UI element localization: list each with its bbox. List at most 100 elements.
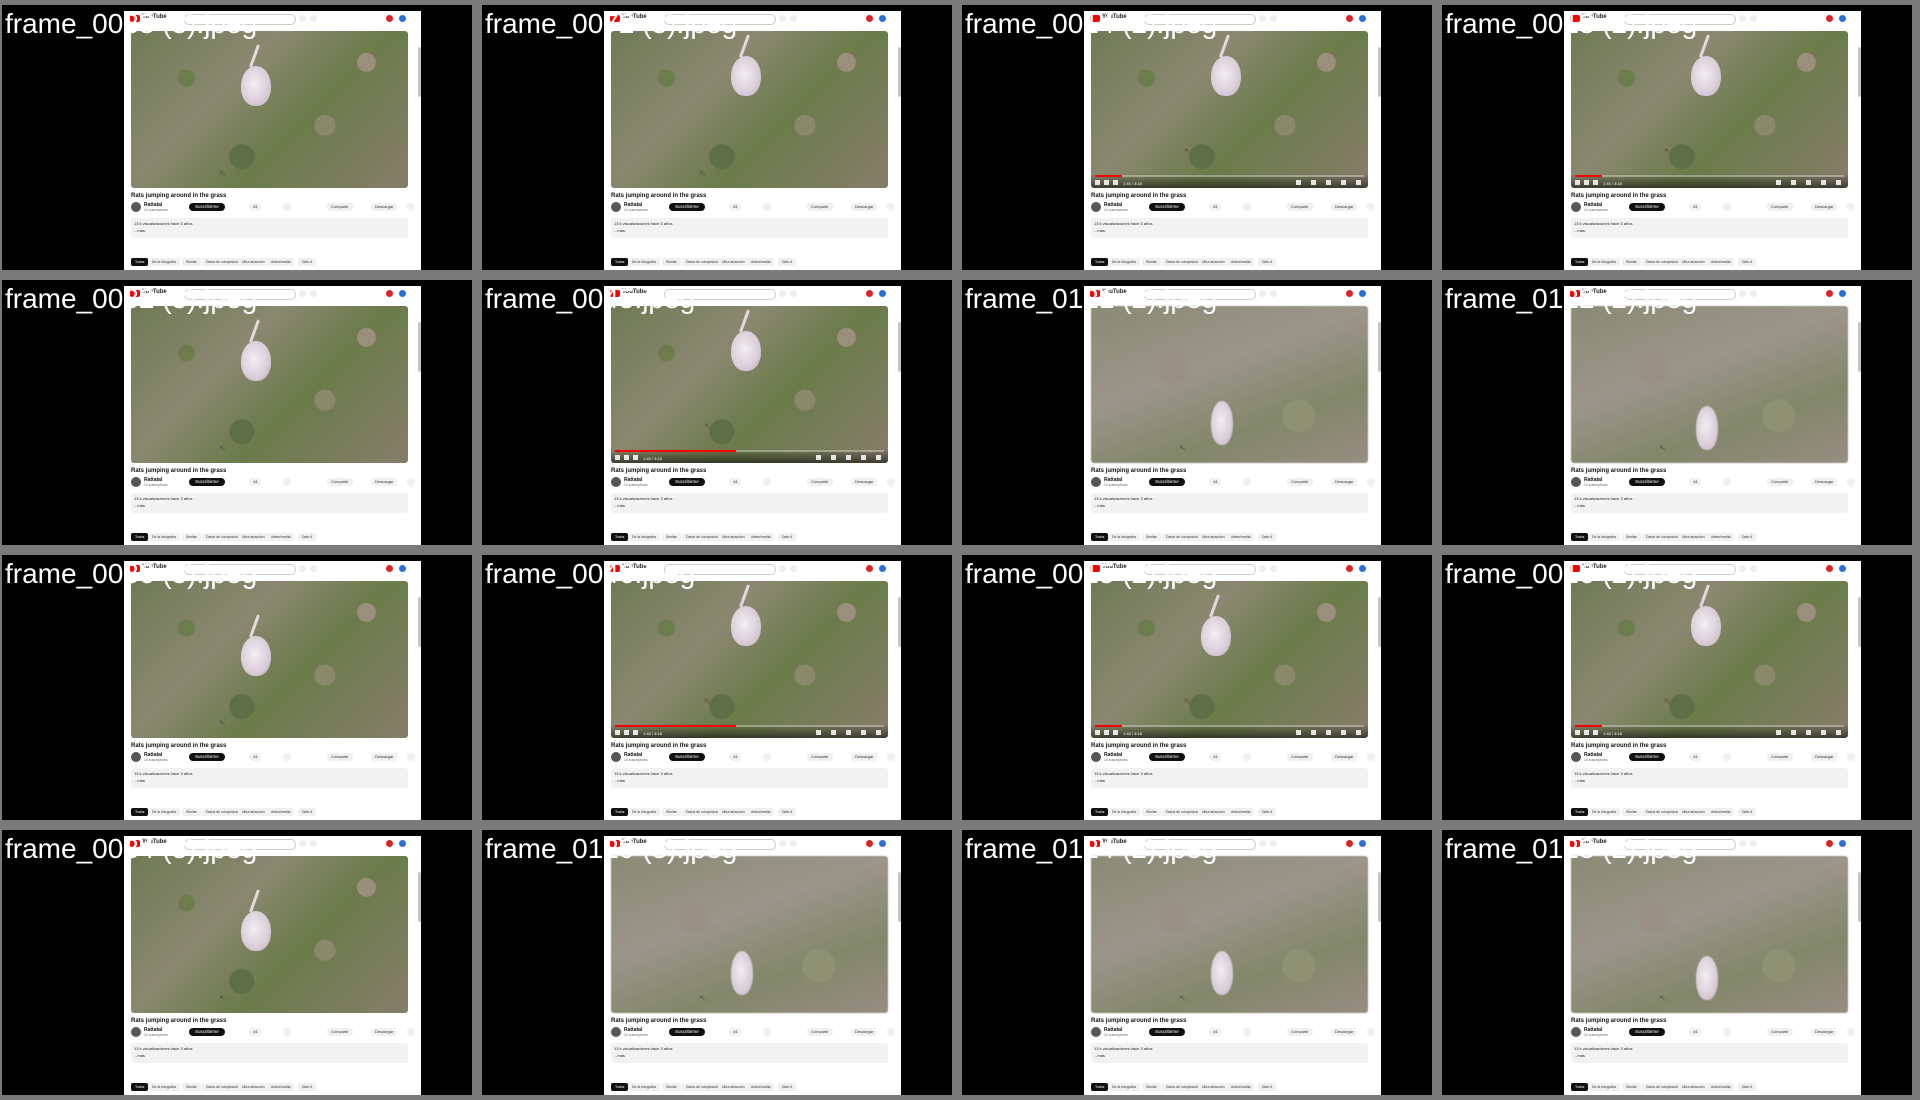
- chip-0[interactable]: Todos: [131, 533, 149, 541]
- progress-bar[interactable]: [615, 725, 884, 727]
- chip-2[interactable]: Similar: [182, 1083, 201, 1091]
- chip-4[interactable]: Ultra atracción: [238, 808, 269, 816]
- description-box[interactable]: 13 k visualizaciones hace 3 años ...más: [131, 768, 408, 788]
- volume-icon[interactable]: [1113, 180, 1118, 185]
- description-box[interactable]: 13 k visualizaciones hace 3 años ...más: [611, 218, 888, 238]
- chip-5[interactable]: Antes/media: [1227, 808, 1255, 816]
- chip-6[interactable]: Dato 4: [1258, 533, 1277, 541]
- avatar-icon[interactable]: [1359, 290, 1366, 297]
- like-button[interactable]: 44: [249, 1028, 262, 1036]
- settings-icon[interactable]: [1776, 730, 1781, 735]
- chip-4[interactable]: Ultra atracción: [718, 533, 749, 541]
- next-icon[interactable]: [624, 730, 629, 735]
- chip-0[interactable]: Todos: [131, 258, 149, 266]
- chip-0[interactable]: Todos: [1091, 808, 1109, 816]
- notification-icon[interactable]: [866, 15, 873, 22]
- share-button[interactable]: Compartir: [1767, 1028, 1793, 1036]
- avatar-icon[interactable]: [1839, 565, 1846, 572]
- share-button[interactable]: Compartir: [1767, 478, 1793, 486]
- like-button[interactable]: 44: [249, 203, 262, 211]
- like-button[interactable]: 44: [249, 478, 262, 486]
- scrollbar[interactable]: [1858, 597, 1861, 647]
- mic-icon[interactable]: [1270, 15, 1277, 22]
- chip-1[interactable]: De la fotografía: [1108, 533, 1140, 541]
- channel-avatar[interactable]: [1571, 202, 1581, 212]
- progress-bar[interactable]: [1095, 725, 1364, 727]
- download-button[interactable]: Descargar: [851, 1028, 878, 1036]
- more-actions-button[interactable]: [887, 1028, 895, 1036]
- channel-avatar[interactable]: [611, 752, 621, 762]
- scrollbar[interactable]: [1858, 47, 1861, 97]
- notification-icon[interactable]: [866, 565, 873, 572]
- channel-avatar[interactable]: [1571, 1027, 1581, 1037]
- chip-2[interactable]: Similar: [1622, 258, 1641, 266]
- progress-bar[interactable]: [1575, 725, 1844, 727]
- chip-2[interactable]: Similar: [1622, 1083, 1641, 1091]
- search-icon[interactable]: [299, 290, 306, 297]
- chip-2[interactable]: Similar: [182, 533, 201, 541]
- subscribe-button[interactable]: Suscribirme: [669, 203, 705, 211]
- share-button[interactable]: Compartir: [807, 478, 833, 486]
- video-player[interactable]: [131, 31, 408, 188]
- more-actions-button[interactable]: [887, 753, 895, 761]
- chip-4[interactable]: Ultra atracción: [718, 258, 749, 266]
- chip-6[interactable]: Dato 4: [778, 258, 797, 266]
- notification-icon[interactable]: [1826, 15, 1833, 22]
- chip-4[interactable]: Ultra atracción: [718, 1083, 749, 1091]
- play-icon[interactable]: [1095, 730, 1100, 735]
- dislike-button[interactable]: [763, 753, 771, 761]
- description-box[interactable]: 13 k visualizaciones hace 3 años ...más: [611, 768, 888, 788]
- show-more-link[interactable]: ...más: [1094, 228, 1105, 233]
- video-player[interactable]: 1:45 / 3:18: [611, 581, 888, 738]
- mic-icon[interactable]: [790, 565, 797, 572]
- description-box[interactable]: 13 k visualizaciones hace 3 años ...más: [131, 493, 408, 513]
- chip-1[interactable]: De la fotografía: [1108, 808, 1140, 816]
- chip-0[interactable]: Todos: [1091, 533, 1109, 541]
- notification-icon[interactable]: [1826, 565, 1833, 572]
- subtitles-icon[interactable]: [1791, 180, 1796, 185]
- share-button[interactable]: Compartir: [1767, 203, 1793, 211]
- chip-2[interactable]: Similar: [1142, 258, 1161, 266]
- dislike-button[interactable]: [1723, 753, 1731, 761]
- more-actions-button[interactable]: [1847, 1028, 1855, 1036]
- scrollbar[interactable]: [898, 47, 901, 97]
- subscribe-button[interactable]: Suscribirme: [189, 203, 225, 211]
- chip-5[interactable]: Antes/media: [747, 258, 775, 266]
- theater-icon[interactable]: [1341, 730, 1346, 735]
- scrollbar[interactable]: [898, 597, 901, 647]
- more-actions-button[interactable]: [1367, 1028, 1375, 1036]
- search-icon[interactable]: [299, 15, 306, 22]
- dislike-button[interactable]: [763, 478, 771, 486]
- scrollbar[interactable]: [1378, 322, 1381, 372]
- chip-1[interactable]: De la fotografía: [1108, 1083, 1140, 1091]
- description-box[interactable]: 13 k visualizaciones hace 3 años ...más: [1091, 218, 1368, 238]
- show-more-link[interactable]: ...más: [1094, 1053, 1105, 1058]
- like-button[interactable]: 44: [729, 753, 742, 761]
- chip-2[interactable]: Similar: [662, 533, 681, 541]
- search-icon[interactable]: [1739, 565, 1746, 572]
- chip-5[interactable]: Antes/media: [747, 533, 775, 541]
- avatar-icon[interactable]: [399, 15, 406, 22]
- download-button[interactable]: Descargar: [371, 1028, 398, 1036]
- mic-icon[interactable]: [310, 840, 317, 847]
- channel-avatar[interactable]: [131, 1027, 141, 1037]
- chip-5[interactable]: Antes/media: [1227, 258, 1255, 266]
- chip-2[interactable]: Similar: [662, 258, 681, 266]
- next-icon[interactable]: [1104, 730, 1109, 735]
- mic-icon[interactable]: [310, 290, 317, 297]
- dislike-button[interactable]: [283, 203, 291, 211]
- chip-4[interactable]: Ultra atracción: [718, 808, 749, 816]
- chip-4[interactable]: Ultra atracción: [1198, 808, 1229, 816]
- progress-bar[interactable]: [1095, 175, 1364, 177]
- chip-2[interactable]: Similar: [662, 1083, 681, 1091]
- subscribe-button[interactable]: Suscribirme: [1629, 478, 1665, 486]
- chip-6[interactable]: Dato 4: [1258, 808, 1277, 816]
- dislike-button[interactable]: [1243, 203, 1251, 211]
- video-player[interactable]: 1:45 / 3:18: [1091, 31, 1368, 188]
- chip-2[interactable]: Similar: [182, 808, 201, 816]
- notification-icon[interactable]: [1346, 290, 1353, 297]
- description-box[interactable]: 13 k visualizaciones hace 3 años ...más: [1571, 218, 1848, 238]
- chip-6[interactable]: Dato 4: [1738, 533, 1757, 541]
- notification-icon[interactable]: [1826, 840, 1833, 847]
- theater-icon[interactable]: [861, 455, 866, 460]
